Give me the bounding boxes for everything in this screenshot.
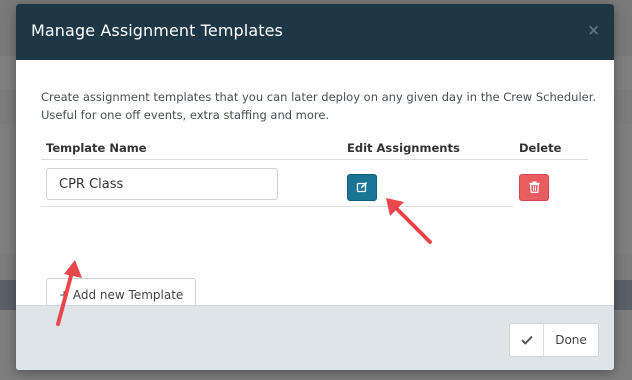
close-icon[interactable]: × (587, 21, 600, 39)
annotation-arrow-edit (386, 198, 432, 244)
check-icon (510, 324, 544, 356)
edit-icon (356, 178, 368, 197)
modal-description: Create assignment templates that you can… (41, 90, 597, 122)
modal-footer: Done (16, 305, 614, 370)
done-button[interactable]: Done (509, 323, 599, 357)
modal-title: Manage Assignment Templates (31, 21, 283, 40)
edit-assignments-button[interactable] (347, 174, 377, 201)
modal-body: Create assignment templates that you can… (16, 60, 614, 311)
column-header-delete: Delete (519, 141, 562, 155)
table-header-divider (41, 159, 588, 160)
table-row-divider (41, 206, 513, 207)
done-label: Done (555, 333, 587, 347)
template-name-input[interactable] (46, 168, 278, 200)
annotation-arrow-add (56, 260, 82, 326)
manage-templates-modal: Manage Assignment Templates × Create ass… (16, 4, 614, 370)
modal-header: Manage Assignment Templates × (16, 4, 614, 60)
column-header-template-name: Template Name (46, 141, 147, 155)
delete-template-button[interactable] (519, 174, 549, 201)
trash-icon (529, 178, 540, 197)
column-header-edit-assignments: Edit Assignments (347, 141, 460, 155)
